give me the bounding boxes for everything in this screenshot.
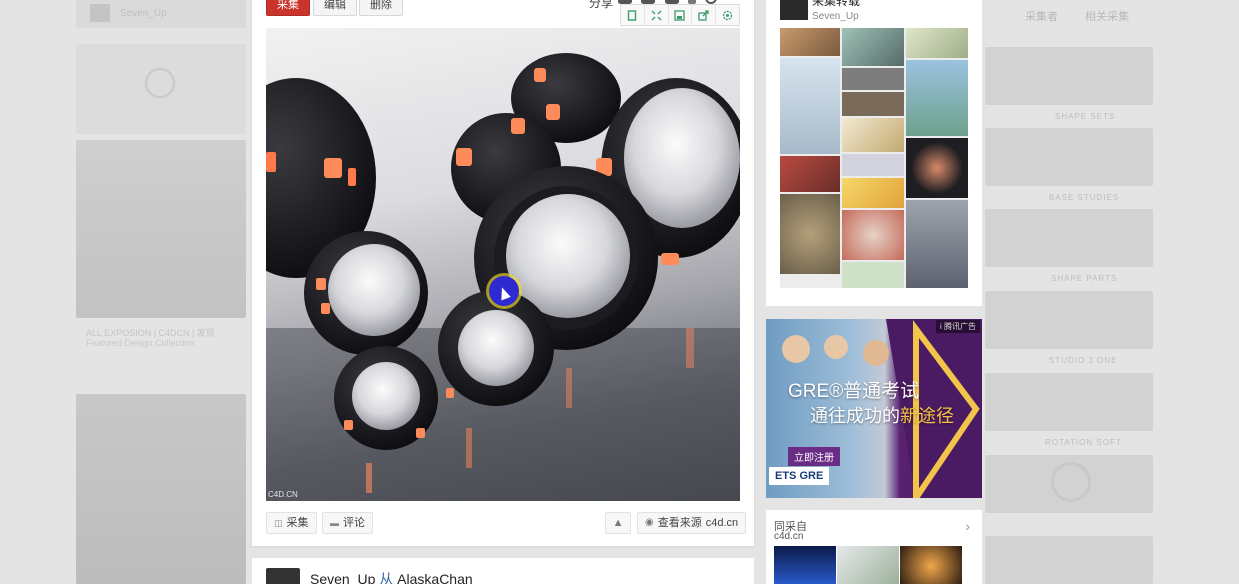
fullscreen-icon[interactable]	[645, 5, 669, 25]
edit-button[interactable]: 编辑	[313, 0, 357, 16]
board-thumb	[842, 178, 904, 208]
bg-right-tile-5	[985, 373, 1153, 431]
comment-icon: ▬	[330, 518, 339, 528]
ad-subheadline: 通往成功的新途径	[810, 402, 954, 428]
bg-tab-collectors: 采集者	[1025, 11, 1058, 23]
background-left-column: Seven_Up ALL EXPOSION | C4DCN | 发现 Featu…	[0, 0, 250, 584]
board-thumb	[842, 28, 904, 66]
bg-username: Seven_Up	[120, 8, 167, 19]
comment-label: 评论	[343, 517, 365, 529]
comment-button[interactable]: ▬ 评论	[322, 512, 373, 534]
bg-right-label-3: SHAPE PARTS	[1051, 274, 1118, 283]
bottom-collect-button[interactable]: ◫ 采集	[266, 512, 317, 534]
board-thumb	[906, 138, 968, 198]
bg-circle-icon	[145, 68, 175, 98]
bg-right-label-5: ROTATION SOFT	[1045, 438, 1122, 447]
board-title[interactable]: 采集转载	[812, 0, 860, 9]
board-thumb	[842, 262, 904, 288]
board-thumb	[780, 58, 840, 154]
bg-image-card	[76, 140, 246, 318]
bg-right-tile-7	[985, 536, 1153, 584]
bg-block-icon	[1051, 462, 1091, 502]
source-domain: c4d.cn	[705, 517, 739, 529]
background-right-column: 采集者 相关采集 SHAPE SETS BASE STUDIES SHAPE P…	[985, 0, 1239, 584]
report-button[interactable]: ▲	[605, 512, 631, 534]
ad-sub-highlight: 新途径	[900, 406, 954, 426]
view-source-button[interactable]: ◉ 查看来源 c4d.cn	[637, 512, 747, 534]
pin-detail-card: 采集 编辑 删除 分享 C4D.CN ◫ 采集 ▬ 评论 ▲ ◉ 查看来源 c4…	[252, 0, 754, 546]
board-user[interactable]: Seven_Up	[812, 11, 859, 22]
board-thumb	[842, 118, 904, 152]
pin-image[interactable]: C4D.CN	[266, 28, 740, 501]
bg-right-label-2: BASE STUDIES	[1049, 193, 1120, 202]
bg-right-tile-2	[985, 128, 1153, 186]
ad-badge: i 腾讯广告	[936, 320, 980, 333]
board-thumb	[842, 92, 904, 116]
next-pin-from: 从	[379, 571, 394, 584]
share-label: 分享	[589, 0, 614, 10]
board-thumb	[906, 200, 968, 288]
same-source-domain[interactable]: c4d.cn	[774, 531, 803, 542]
bg-right-tile-1	[985, 47, 1153, 105]
board-card: 采集转载 Seven_Up	[766, 0, 982, 306]
save-icon[interactable]	[669, 5, 693, 25]
next-pin-attribution: Seven_Up 从 AlaskaChan	[310, 569, 473, 584]
globe-icon: ◉	[645, 517, 654, 528]
same-source-thumb[interactable]	[837, 546, 899, 584]
board-thumb	[906, 28, 968, 58]
warning-icon: ▲	[612, 517, 624, 529]
collect-button[interactable]: 采集	[266, 0, 310, 16]
board-avatar[interactable]	[780, 0, 808, 20]
next-pin-user[interactable]: Seven_Up	[310, 571, 375, 584]
bg-avatar	[90, 4, 110, 22]
same-source-card: 同采自 c4d.cn ›	[766, 510, 982, 584]
board-thumb	[842, 210, 904, 260]
bg-right-tile-4	[985, 291, 1153, 349]
next-pin-card: Seven_Up 从 AlaskaChan	[252, 558, 754, 584]
bg-tab-related: 相关采集	[1085, 11, 1129, 23]
bookmark-icon[interactable]	[621, 5, 645, 25]
view-source-label: 查看来源	[657, 517, 702, 529]
same-source-thumb[interactable]	[774, 546, 836, 584]
pin-image-render	[266, 53, 740, 501]
next-pin-source-user[interactable]: AlaskaChan	[397, 571, 473, 584]
collect-icon: ◫	[274, 518, 283, 528]
bg-right-label-4: STUDIO 3 ONE	[1049, 356, 1118, 365]
board-thumb	[842, 154, 904, 176]
board-thumb	[906, 60, 968, 136]
ad-logo: ETS GRE	[769, 467, 830, 485]
bg-right-label-1: SHAPE SETS	[1055, 112, 1116, 121]
ad-register-button[interactable]: 立即注册	[788, 447, 840, 466]
gre-advertisement[interactable]: i 腾讯广告 GRE®普通考试 通往成功的新途径 立即注册 ETS GRE	[766, 319, 982, 498]
board-thumb	[780, 28, 840, 56]
external-link-icon[interactable]	[692, 5, 717, 25]
board-thumb	[780, 156, 840, 192]
settings-icon[interactable]	[716, 5, 739, 25]
next-pin-avatar[interactable]	[266, 568, 300, 584]
image-watermark: C4D.CN	[268, 490, 298, 499]
chevron-right-icon[interactable]: ›	[965, 518, 970, 534]
bg-right-tile-3	[985, 209, 1153, 267]
board-mosaic[interactable]	[780, 28, 968, 288]
board-thumb	[842, 68, 904, 90]
ad-headline: GRE®普通考试	[788, 381, 920, 402]
delete-button[interactable]: 删除	[359, 0, 403, 16]
same-source-thumb[interactable]	[900, 546, 962, 584]
board-thumb	[780, 194, 840, 274]
bg-image-card-2	[76, 394, 246, 584]
image-toolbar	[620, 4, 740, 26]
ad-sub-prefix: 通往成功的	[810, 406, 900, 426]
bg-caption-2: Featured Design Collection	[86, 338, 195, 348]
bottom-collect-label: 采集	[286, 517, 309, 529]
